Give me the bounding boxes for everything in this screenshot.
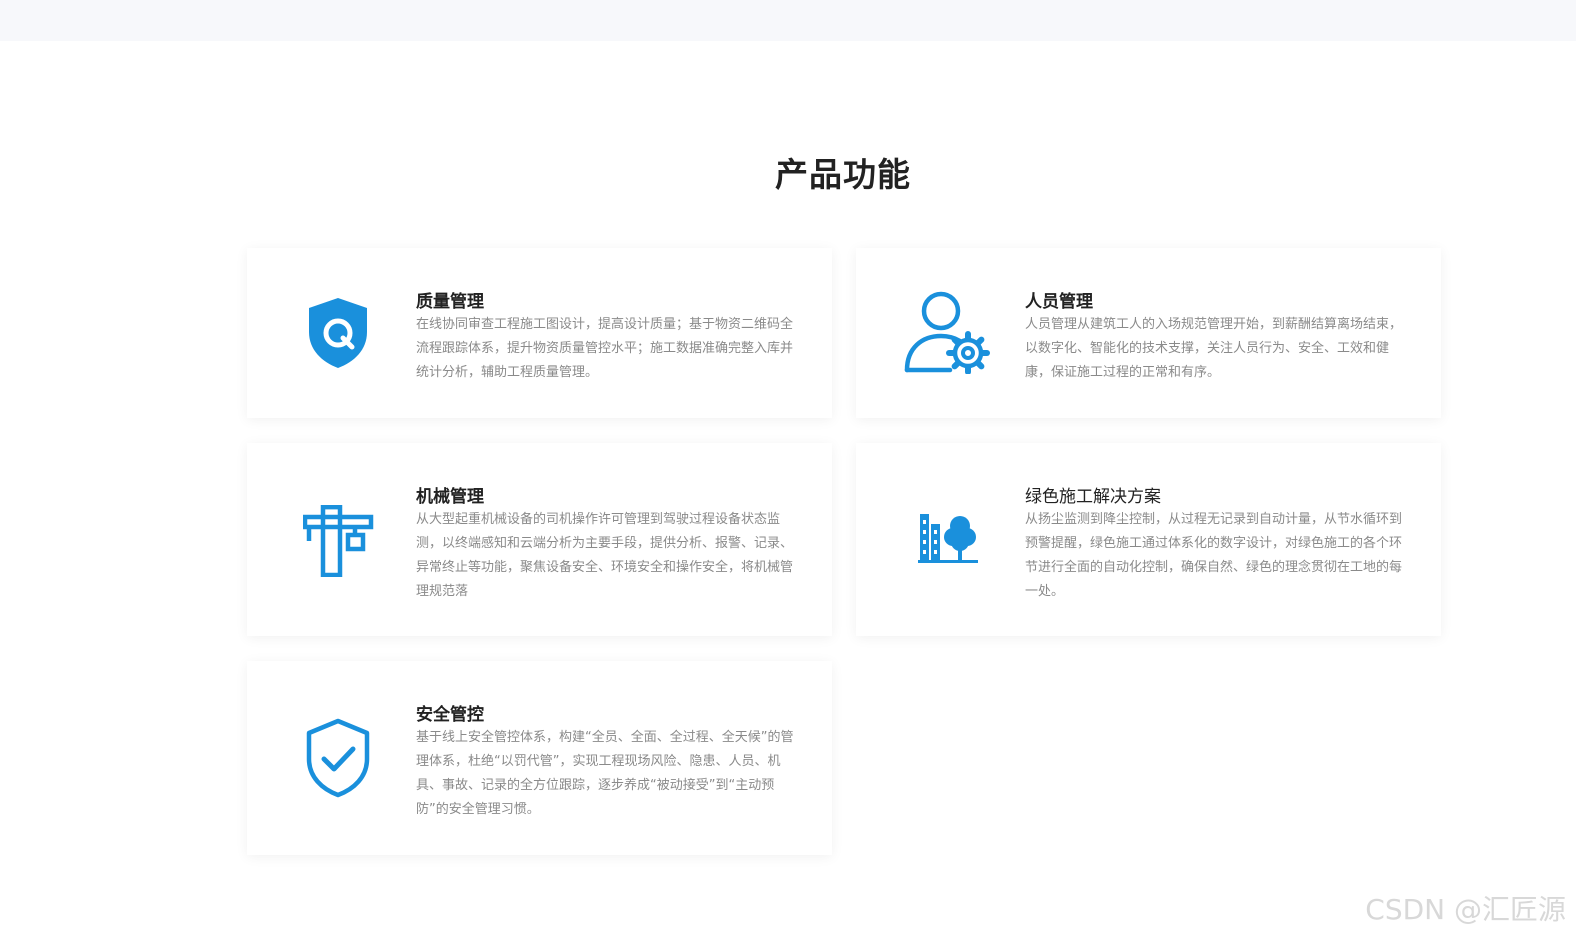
card-title: 机械管理 [416,487,484,507]
person-gear-icon [904,291,990,374]
card-description: 人员管理从建筑工人的入场规范管理开始，到薪酬结算离场结束，以数字化、智能化的技术… [1025,317,1403,380]
shield-check-icon [306,718,370,798]
card-title: 安全管控 [416,705,484,725]
crane-icon [303,505,374,577]
green-building-tree-icon [918,514,978,563]
watermark: CSDN @汇匠源 [1365,893,1566,926]
card-description: 从扬尘监测到降尘控制，从过程无记录到自动计量，从节水循环到预警提醒，绿色施工通过… [1025,512,1403,599]
shield-q-icon [309,298,367,368]
feature-card-machinery[interactable]: 机械管理 从大型起重机械设备的司机操作许可管理到驾驶过程设备状态监测，以终端感知… [247,443,832,636]
card-description: 基于线上安全管控体系，构建“全员、全面、全过程、全天候”的管理体系，杜绝“以罚代… [416,730,794,817]
feature-card-green-construction[interactable]: 绿色施工解决方案 从扬尘监测到降尘控制，从过程无记录到自动计量，从节水循环到预警… [856,443,1441,636]
feature-card-quality[interactable]: 质量管理 在线协同审查工程施工图设计，提高设计质量；基于物资二维码全流程跟踪体系… [247,248,832,418]
section-title: 产品功能 [775,155,911,194]
feature-card-safety[interactable]: 安全管控 基于线上安全管控体系，构建“全员、全面、全过程、全天候”的管理体系，杜… [247,661,832,855]
top-header-bar [0,0,1576,41]
card-title: 人员管理 [1025,292,1093,312]
card-title: 质量管理 [416,292,484,312]
card-description: 从大型起重机械设备的司机操作许可管理到驾驶过程设备状态监测，以终端感知和云端分析… [416,512,794,599]
card-description: 在线协同审查工程施工图设计，提高设计质量；基于物资二维码全流程跟踪体系，提升物资… [416,317,794,380]
card-title: 绿色施工解决方案 [1025,487,1161,507]
feature-card-personnel[interactable]: 人员管理 人员管理从建筑工人的入场规范管理开始，到薪酬结算离场结束，以数字化、智… [856,248,1441,418]
